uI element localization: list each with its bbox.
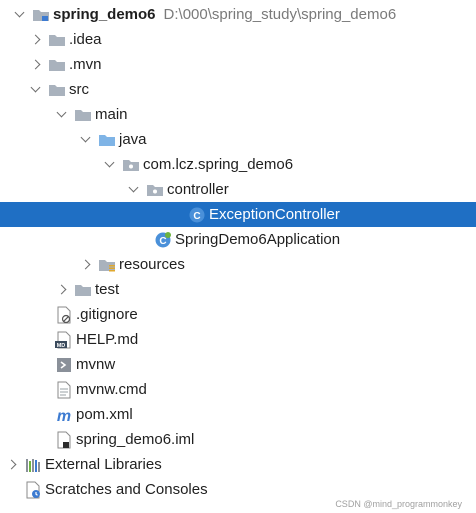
tree-item-resources[interactable]: resources: [0, 252, 476, 277]
tree-item-test[interactable]: test: [0, 277, 476, 302]
tree-item-label: com.lcz.spring_demo6: [143, 156, 294, 173]
folder-icon: [48, 56, 66, 74]
svg-text:C: C: [159, 236, 166, 247]
tree-item-mvnw[interactable]: mvnw: [0, 352, 476, 377]
tree-item-label: src: [69, 81, 89, 98]
tree-item-label: Scratches and Consoles: [45, 481, 208, 498]
libraries-icon: [24, 456, 42, 474]
chevron-down-icon[interactable]: [14, 9, 26, 21]
chevron-right-icon[interactable]: [30, 34, 42, 46]
package-icon: [122, 156, 140, 174]
module-folder-icon: [32, 6, 50, 24]
tree-item-help-md[interactable]: MD HELP.md: [0, 327, 476, 352]
chevron-down-icon[interactable]: [104, 159, 116, 171]
project-name: spring_demo6: [53, 6, 156, 23]
tree-item-label: HELP.md: [76, 331, 139, 348]
watermark: CSDN @mind_programmonkey: [335, 499, 462, 509]
source-folder-icon: [98, 131, 116, 149]
tree-item-label: pom.xml: [76, 406, 133, 423]
tree-item-label: .idea: [69, 31, 102, 48]
shell-script-icon: [55, 356, 73, 374]
chevron-down-icon[interactable]: [80, 134, 92, 146]
tree-item-label: External Libraries: [45, 456, 162, 473]
tree-item-mvn[interactable]: .mvn: [0, 52, 476, 77]
tree-item-java[interactable]: java: [0, 127, 476, 152]
tree-item-label: spring_demo6.iml: [76, 431, 195, 448]
maven-icon: m: [55, 406, 73, 424]
gitignore-file-icon: [55, 306, 73, 324]
tree-item-project-root[interactable]: spring_demo6 D:\000\spring_study\spring_…: [0, 2, 476, 27]
tree-item-label: ExceptionController: [209, 206, 340, 223]
tree-item-label: main: [95, 106, 128, 123]
chevron-right-icon[interactable]: [6, 459, 18, 471]
chevron-down-icon[interactable]: [128, 184, 140, 196]
text-file-icon: [55, 381, 73, 399]
tree-item-external-libraries[interactable]: External Libraries: [0, 452, 476, 477]
markdown-file-icon: MD: [55, 331, 73, 349]
tree-item-package[interactable]: com.lcz.spring_demo6: [0, 152, 476, 177]
svg-text:m: m: [57, 408, 71, 424]
tree-item-src[interactable]: src: [0, 77, 476, 102]
folder-icon: [48, 31, 66, 49]
chevron-right-icon[interactable]: [30, 59, 42, 71]
tree-item-label: mvnw.cmd: [76, 381, 147, 398]
chevron-right-icon[interactable]: [80, 259, 92, 271]
package-icon: [146, 181, 164, 199]
chevron-down-icon[interactable]: [30, 84, 42, 96]
tree-item-application[interactable]: C SpringDemo6Application: [0, 227, 476, 252]
tree-item-label: controller: [167, 181, 229, 198]
folder-icon: [74, 106, 92, 124]
chevron-down-icon[interactable]: [56, 109, 68, 121]
project-tree: spring_demo6 D:\000\spring_study\spring_…: [0, 2, 476, 502]
tree-item-idea[interactable]: .idea: [0, 27, 476, 52]
folder-icon: [74, 281, 92, 299]
scratches-icon: [24, 481, 42, 499]
tree-item-iml[interactable]: spring_demo6.iml: [0, 427, 476, 452]
tree-item-label: java: [119, 131, 147, 148]
java-class-icon: C: [188, 206, 206, 224]
tree-item-gitignore[interactable]: .gitignore: [0, 302, 476, 327]
project-path: D:\000\spring_study\spring_demo6: [163, 6, 397, 23]
tree-item-label: mvnw: [76, 356, 116, 373]
chevron-right-icon[interactable]: [56, 284, 68, 296]
tree-item-label: SpringDemo6Application: [175, 231, 341, 248]
tree-item-exception-controller[interactable]: C ExceptionController: [0, 202, 476, 227]
tree-item-label: test: [95, 281, 120, 298]
module-file-icon: [55, 431, 73, 449]
tree-item-label: .gitignore: [76, 306, 138, 323]
svg-text:MD: MD: [57, 343, 66, 349]
tree-item-pom[interactable]: m pom.xml: [0, 402, 476, 427]
spring-boot-class-icon: C: [154, 231, 172, 249]
svg-text:C: C: [193, 211, 200, 222]
tree-item-mvnw-cmd[interactable]: mvnw.cmd: [0, 377, 476, 402]
tree-item-label: .mvn: [69, 56, 102, 73]
folder-icon: [48, 81, 66, 99]
tree-item-label: resources: [119, 256, 185, 273]
resources-folder-icon: [98, 256, 116, 274]
tree-item-main[interactable]: main: [0, 102, 476, 127]
tree-item-controller[interactable]: controller: [0, 177, 476, 202]
